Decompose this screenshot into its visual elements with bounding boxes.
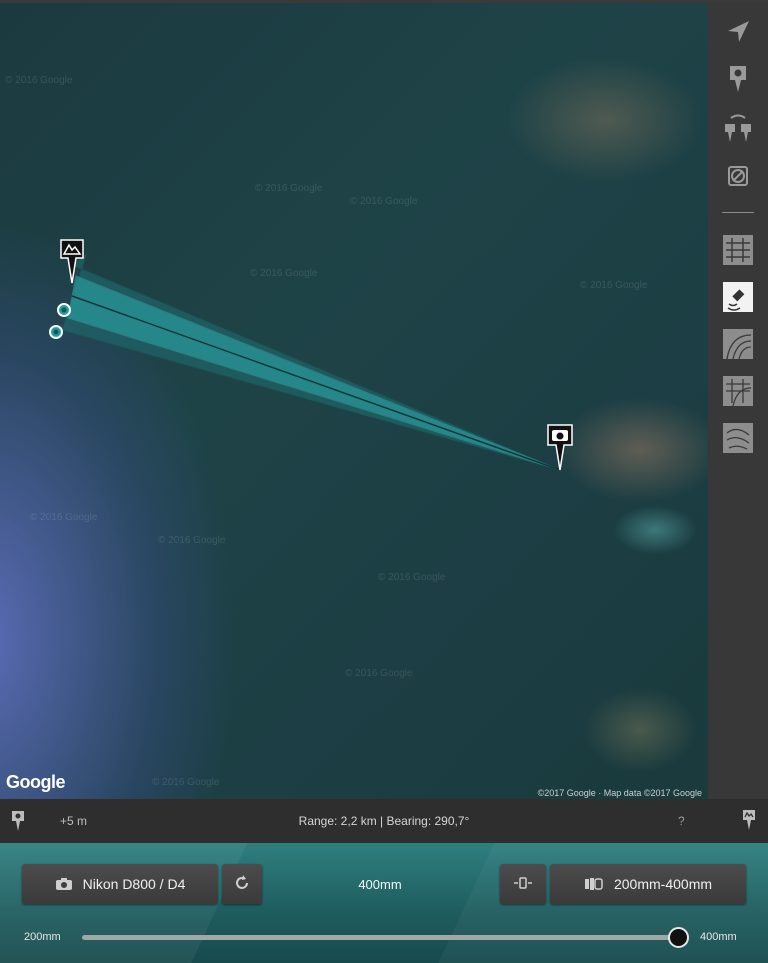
hybrid-icon[interactable] xyxy=(723,376,753,407)
navigation-arrow-icon[interactable] xyxy=(722,16,754,48)
streets-icon[interactable] xyxy=(723,235,753,265)
focal-length-slider-knob[interactable] xyxy=(668,927,689,948)
satellite-map[interactable]: © 2016 Google © 2016 Google © 2016 Googl… xyxy=(0,0,708,799)
camera-pin-icon xyxy=(547,424,573,471)
camera-icon xyxy=(55,877,73,891)
rotate-icon xyxy=(232,873,252,896)
add-pin-icon[interactable] xyxy=(722,62,754,94)
sensor-toggle-button[interactable] xyxy=(500,864,546,904)
satellite-icon[interactable] xyxy=(723,282,753,312)
marker-circle-icon xyxy=(57,303,71,317)
bearing-line xyxy=(71,295,561,471)
field-of-view-beam xyxy=(61,253,561,471)
marker-circle-icon xyxy=(49,325,63,339)
map-toolbar xyxy=(708,3,768,799)
topo-icon[interactable] xyxy=(723,423,753,453)
terrain-icon[interactable] xyxy=(723,329,753,360)
focal-length-value: 400mm xyxy=(358,877,402,892)
subject-pin-small-icon[interactable] xyxy=(741,809,757,834)
toolbar-divider xyxy=(722,212,754,213)
swap-pins-icon[interactable] xyxy=(722,113,754,145)
help-button[interactable]: ? xyxy=(678,814,685,828)
slider-max-label: 400mm xyxy=(700,931,737,943)
slider-min-label: 200mm xyxy=(24,931,61,943)
clear-icon[interactable] xyxy=(722,160,754,192)
sensor-icon xyxy=(512,876,534,892)
lens-label: 200mm-400mm xyxy=(613,876,713,892)
field-of-view-inner xyxy=(67,275,561,471)
lens-icon xyxy=(584,877,604,891)
reset-button[interactable] xyxy=(222,864,262,904)
app-window: © 2016 Google © 2016 Google © 2016 Googl… xyxy=(0,0,768,963)
camera-select-button[interactable]: Nikon D800 / D4 xyxy=(22,864,218,904)
lens-panel: Nikon D800 / D4 400mm 200mm-400mm 200mm … xyxy=(0,843,768,963)
top-border xyxy=(0,0,768,3)
lens-select-button[interactable]: 200mm-400mm xyxy=(550,864,746,904)
camera-label: Nikon D800 / D4 xyxy=(82,876,186,892)
map-attribution[interactable]: ©2017 Google · Map data ©2017 Google xyxy=(538,788,702,798)
info-bar: +5 m Range: 2,2 km | Bearing: 290,7° ? xyxy=(0,799,768,843)
map-overlay xyxy=(49,239,573,471)
range-bearing-readout: Range: 2,2 km | Bearing: 290,7° xyxy=(298,814,470,828)
focal-length-slider[interactable] xyxy=(82,935,680,940)
google-logo: Google xyxy=(6,772,66,792)
